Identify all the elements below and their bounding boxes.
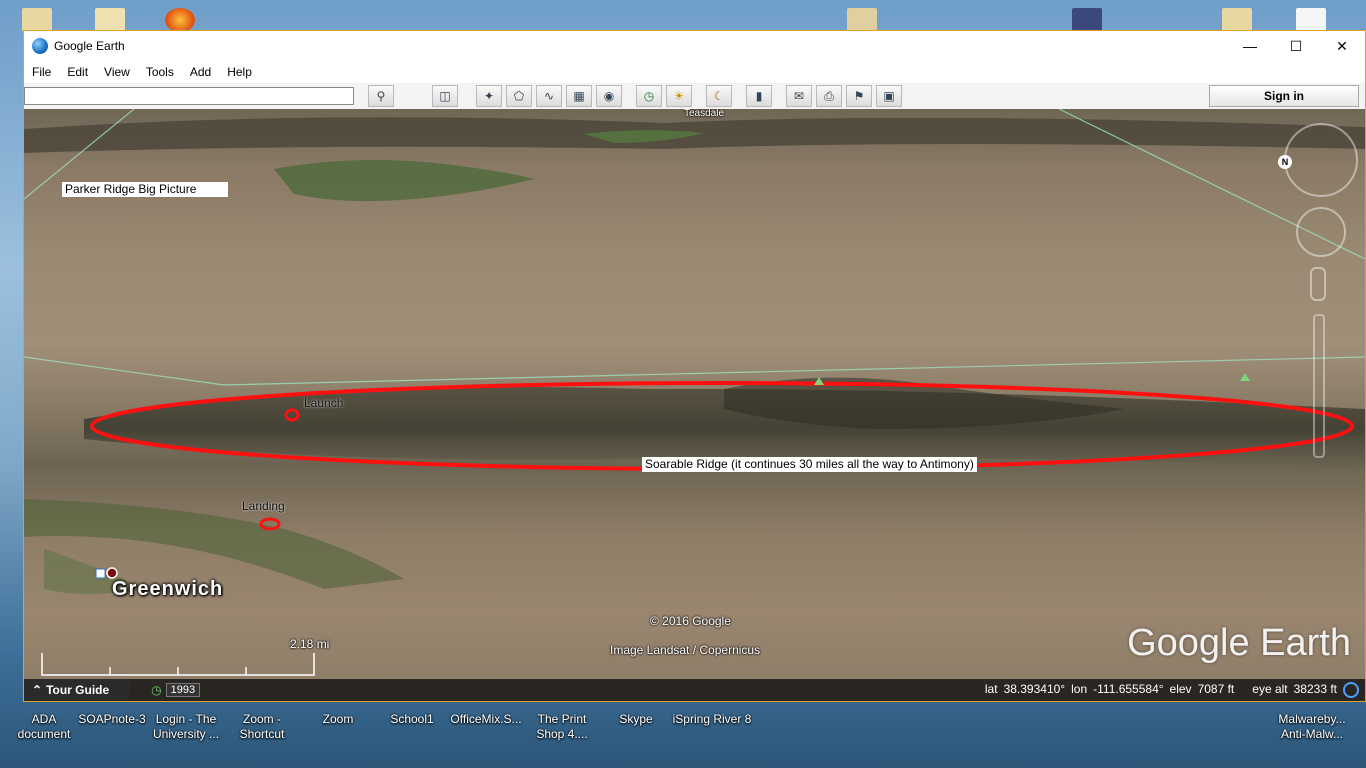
desktop-icon-zoom[interactable]: Zoom (298, 712, 378, 727)
zoom-slider[interactable] (1313, 314, 1325, 458)
look-joystick[interactable] (1284, 123, 1358, 197)
eye-alt-label: eye alt (1252, 682, 1288, 696)
status-bar: ⌃ Tour Guide ◷ 1993 lat 38.393410° lon -1… (24, 679, 1365, 701)
menu-add[interactable]: Add (190, 65, 211, 79)
desktop-icon-soapnote[interactable]: SOAPnote-3 (72, 712, 152, 727)
title-bar: Google Earth — ☐ ✕ (24, 31, 1365, 61)
desktop-icon-folder[interactable] (22, 8, 52, 32)
eye-alt-value: 38233 ft (1293, 682, 1337, 696)
chevron-up-icon: ⌃ (32, 683, 43, 697)
firefox-icon[interactable] (165, 8, 195, 32)
search-input[interactable] (24, 87, 354, 105)
google-earth-logo-icon (32, 38, 48, 54)
earth-3d-view[interactable]: Parker Ridge Big Picture Teasdale Launch… (24, 109, 1365, 701)
desktop-icon-label: Malwareby... Anti-Malw... (1278, 712, 1346, 741)
clock-icon[interactable]: ◷ (151, 683, 161, 697)
elev-label: elev (1169, 682, 1192, 696)
desktop-icon-label: iSpring River 8 (672, 712, 752, 726)
move-joystick[interactable] (1296, 207, 1346, 257)
annotation-title: Parker Ridge Big Picture (62, 182, 228, 197)
desktop-icon-label: Skype (619, 712, 653, 726)
email-icon[interactable]: ✉ (786, 85, 812, 107)
scale-label: 2.18 mi (290, 637, 330, 651)
planets-icon[interactable]: ☾ (706, 85, 732, 107)
desktop-icon-folder-2[interactable] (1222, 8, 1252, 32)
desktop-icon-document[interactable] (95, 8, 125, 32)
north-compass-icon[interactable]: N (1278, 155, 1292, 169)
menu-help[interactable]: Help (227, 65, 252, 79)
lon-value: -111.655584° (1093, 682, 1164, 696)
tour-guide-button[interactable]: ⌃ Tour Guide (24, 679, 130, 701)
image-overlay-icon[interactable]: ▦ (566, 85, 592, 107)
desktop-icon-label: Login - The University ... (152, 712, 219, 741)
desktop-icon-row: ADA document SOAPnote-3 Login - The Univ… (0, 712, 1366, 768)
print-icon[interactable]: ⎙ (816, 85, 842, 107)
terrain-layer (24, 109, 1365, 676)
lat-label: lat (984, 682, 998, 696)
desktop-icon-label: School1 (390, 712, 434, 726)
menu-bar: File Edit View Tools Add Help (24, 61, 1365, 83)
search-icon: ⚲ (376, 89, 386, 103)
view-in-maps-icon[interactable]: ⚑ (846, 85, 872, 107)
desktop-icon-ispring[interactable]: iSpring River 8 (672, 712, 752, 727)
lon-label: lon (1071, 682, 1088, 696)
desktop-icon-skype[interactable]: Skype (596, 712, 676, 727)
google-earth-watermark: Google Earth (1127, 622, 1351, 664)
desktop-icon-print-shop[interactable]: The Print Shop 4.... (522, 712, 602, 742)
close-button[interactable]: ✕ (1319, 31, 1365, 61)
desktop-icon-malwarebytes[interactable]: Malwareby... Anti-Malw... (1272, 712, 1352, 742)
desktop-icon-label: ADA document (17, 712, 71, 741)
launch-label: Launch (304, 396, 344, 410)
desktop-icon-school1[interactable]: School1 (372, 712, 452, 727)
landing-label: Landing (242, 499, 285, 513)
window-title: Google Earth (54, 39, 125, 53)
imagery-year: 1993 (165, 683, 201, 697)
place-label-greenwich[interactable]: Greenwich (112, 578, 223, 601)
search-button[interactable]: ⚲ (368, 85, 394, 107)
sunlight-icon[interactable]: ☀ (666, 85, 692, 107)
imagery-credit: Image Landsat / Copernicus (610, 643, 761, 657)
tour-guide-label: Tour Guide (46, 683, 110, 697)
historical-imagery-icon[interactable]: ◷ (636, 85, 662, 107)
copyright-text: © 2016 Google (650, 614, 731, 628)
lat-value: 38.393410° (1003, 682, 1066, 696)
sidebar-toggle-icon[interactable]: ◫ (432, 85, 458, 107)
desktop-icon-label: Zoom - Shortcut (239, 712, 285, 741)
save-image-icon[interactable]: ▣ (876, 85, 902, 107)
desktop-icon-officemix[interactable]: OfficeMix.S... (446, 712, 526, 727)
menu-file[interactable]: File (32, 65, 51, 79)
google-earth-window: Google Earth — ☐ ✕ File Edit View Tools … (23, 30, 1366, 702)
maximize-button[interactable]: ☐ (1273, 31, 1319, 61)
path-icon[interactable]: ∿ (536, 85, 562, 107)
desktop-icon-label: The Print Shop 4.... (536, 712, 588, 741)
desktop-icon-login[interactable]: Login - The University ... (146, 712, 226, 742)
desktop-icon-file[interactable] (847, 8, 877, 32)
record-tour-icon[interactable]: ◉ (596, 85, 622, 107)
desktop-icon-label: OfficeMix.S... (450, 712, 522, 726)
desktop-icon-label: SOAPnote-3 (78, 712, 146, 726)
toolbar: ⚲ ◫ ✦ ⬠ ∿ ▦ ◉ ◷ ☀ ☾ ▮ ✉ ⎙ ⚑ ▣ Sign in (24, 83, 1365, 110)
menu-view[interactable]: View (104, 65, 130, 79)
desktop-icon-zoom-shortcut[interactable]: Zoom - Shortcut (222, 712, 302, 742)
sign-in-button[interactable]: Sign in (1209, 85, 1359, 107)
streaming-indicator-icon (1343, 682, 1359, 698)
placemark-icon[interactable]: ✦ (476, 85, 502, 107)
street-view-pegman-icon[interactable] (1310, 267, 1326, 301)
menu-tools[interactable]: Tools (146, 65, 174, 79)
polygon-icon[interactable]: ⬠ (506, 85, 532, 107)
top-place-label: Teasdale (684, 109, 725, 119)
desktop-icon-app[interactable] (1072, 8, 1102, 32)
desktop-icon-doc-2[interactable] (1296, 8, 1326, 32)
ridge-annotation-label: Soarable Ridge (it continues 30 miles al… (642, 457, 977, 472)
ruler-icon[interactable]: ▮ (746, 85, 772, 107)
elev-value: 7087 ft (1197, 682, 1235, 696)
minimize-button[interactable]: — (1227, 31, 1273, 61)
menu-edit[interactable]: Edit (67, 65, 88, 79)
desktop-icon-label: Zoom (322, 712, 354, 726)
